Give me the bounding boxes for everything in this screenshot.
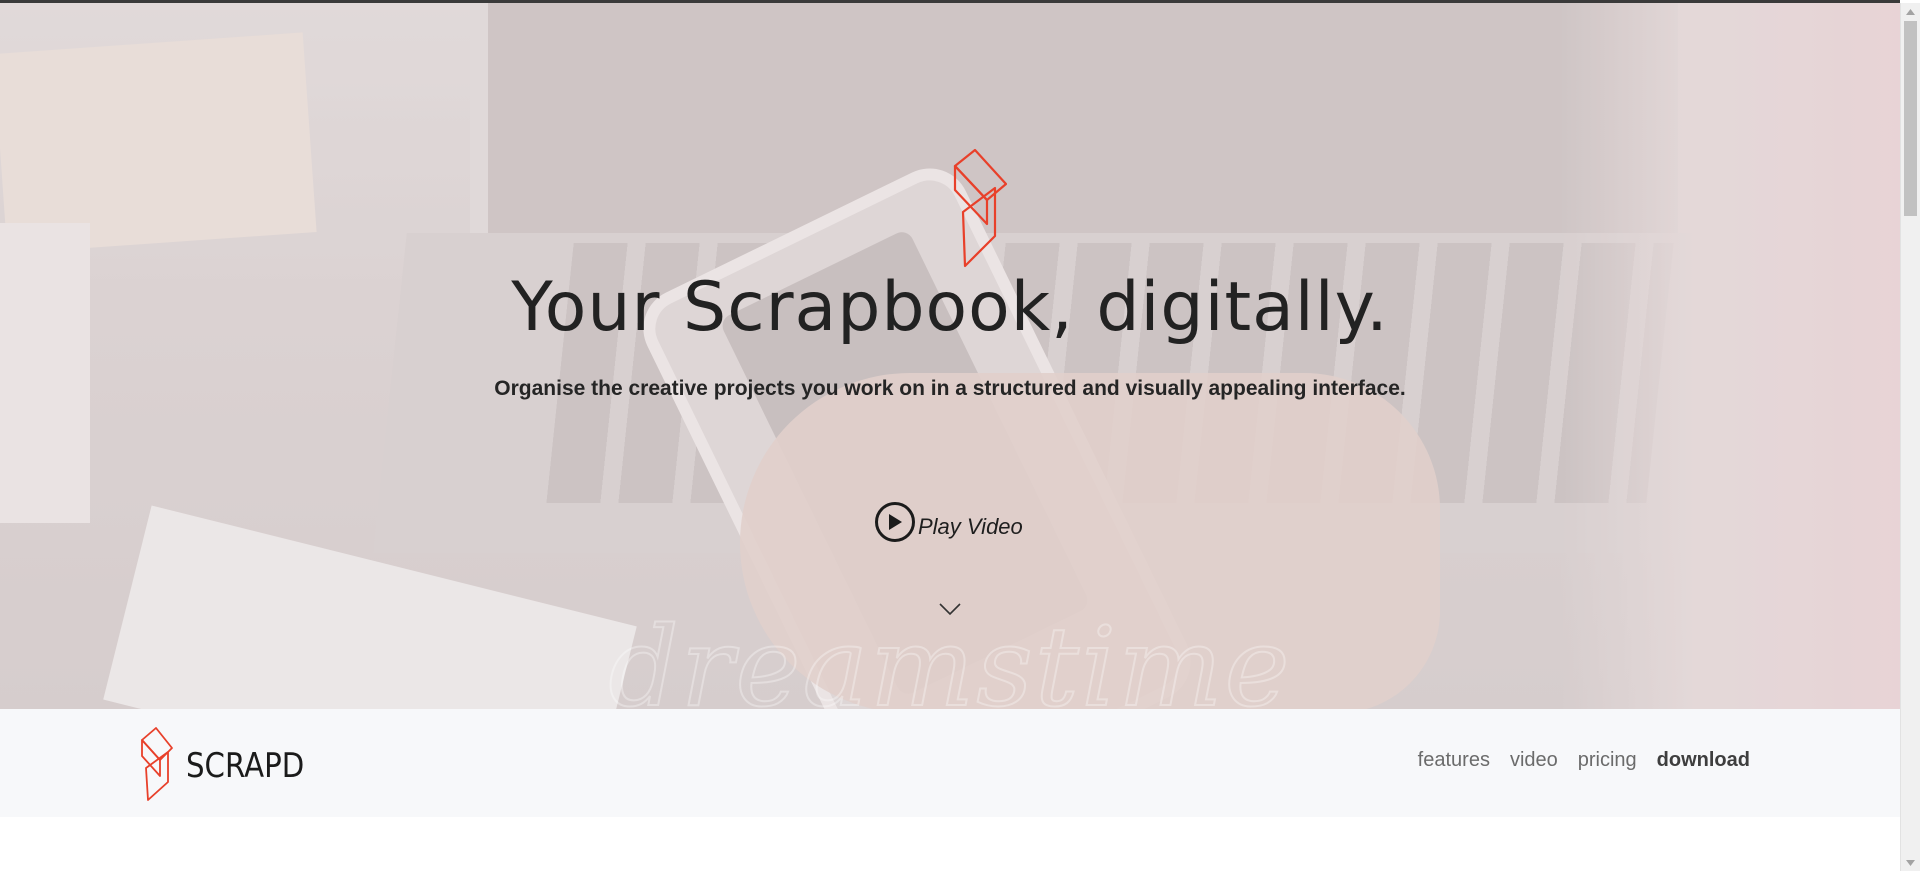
brand-link[interactable]: SCRAPD — [138, 726, 324, 806]
play-video-label: Play Video — [918, 514, 1023, 539]
play-icon — [875, 502, 915, 542]
chevron-down-icon[interactable] — [939, 601, 961, 620]
scroll-up-arrow-icon[interactable] — [1901, 3, 1920, 20]
hero-section: dreamstime Your Scrapbook, digitally. Or… — [0, 3, 1900, 709]
nav-links: features video pricing download — [1418, 749, 1750, 772]
scrapd-logo-icon — [138, 726, 174, 806]
nav-link-download[interactable]: download — [1657, 749, 1750, 772]
page-scrollbar[interactable] — [1900, 3, 1920, 871]
nav-link-features[interactable]: features — [1418, 749, 1490, 772]
hero-title: Your Scrapbook, digitally. — [511, 268, 1389, 347]
nav-link-video[interactable]: video — [1510, 749, 1558, 772]
scrollbar-thumb[interactable] — [1904, 21, 1917, 216]
main-navbar: SCRAPD features video pricing download — [0, 709, 1900, 817]
brand-name: SCRAPD — [186, 746, 305, 786]
scrapd-logo-icon — [943, 144, 1008, 276]
scroll-down-arrow-icon[interactable] — [1901, 854, 1920, 871]
hero-subtitle: Organise the creative projects you work … — [494, 377, 1406, 400]
content-area — [0, 817, 1900, 871]
play-video-button[interactable]: Play Video — [875, 497, 1023, 547]
nav-link-pricing[interactable]: pricing — [1578, 749, 1637, 772]
